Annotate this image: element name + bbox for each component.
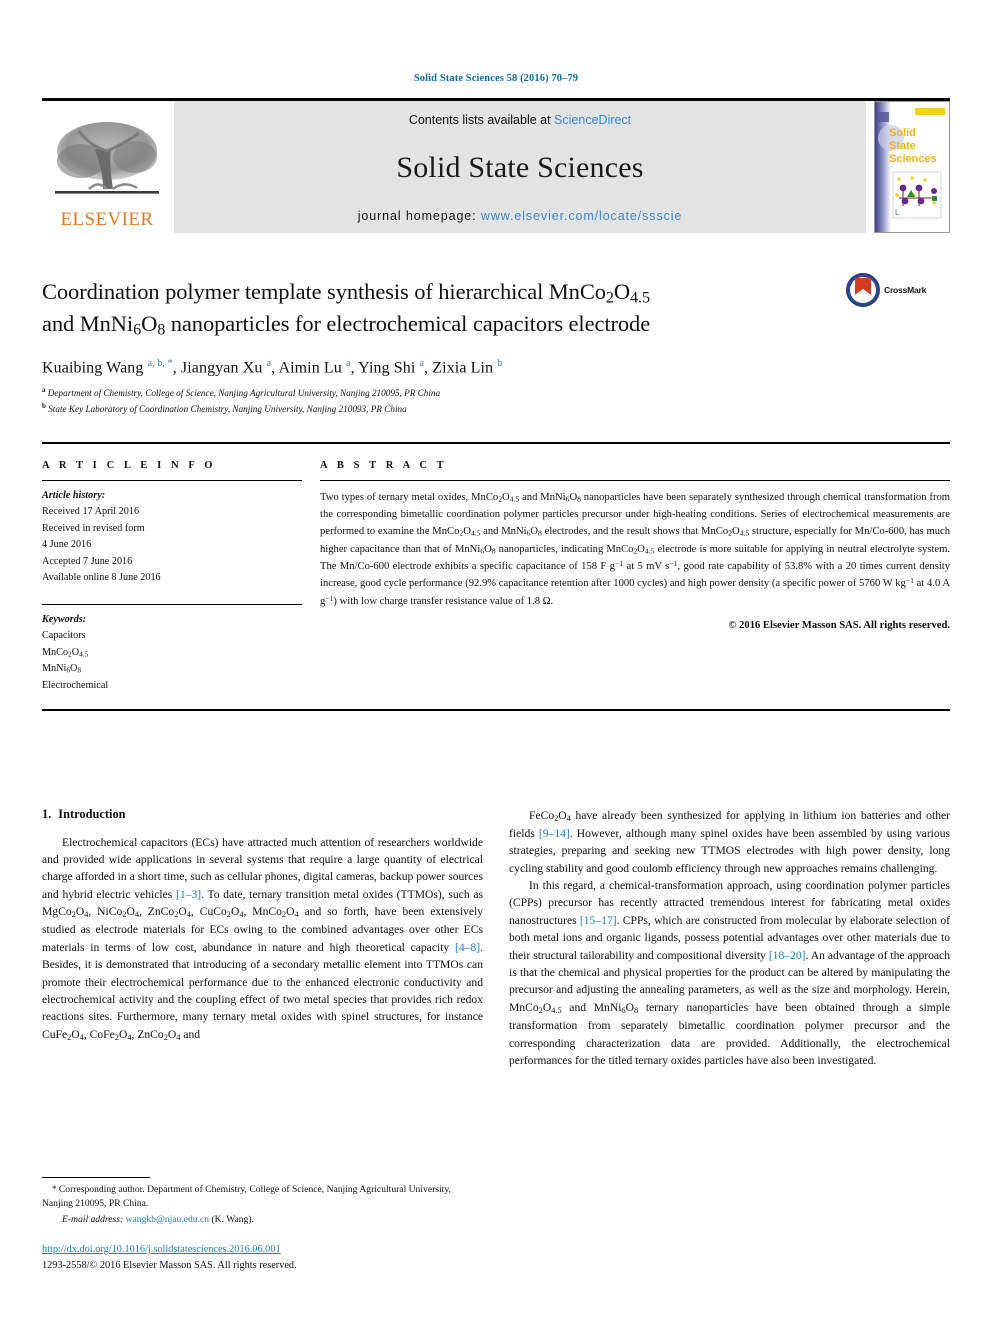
history-item: Accepted 7 June 2016 xyxy=(42,555,133,567)
corresponding-author-note: * Corresponding author. Department of Ch… xyxy=(42,1183,451,1210)
svg-text:State: State xyxy=(889,140,916,152)
article-title-line-2: and MnNi6O8 nanoparticles for electroche… xyxy=(42,310,651,339)
crossmark-icon xyxy=(846,273,880,307)
keywords-block: Keywords: Capacitors MnCo2O4.5 MnNi6O8 E… xyxy=(42,612,302,695)
affiliations: a Department of Chemistry, College of Sc… xyxy=(42,385,950,416)
crossmark-label: CrossMark xyxy=(884,285,927,295)
homepage-prefix: journal homepage: xyxy=(357,209,481,223)
history-item: Available online 8 June 2016 xyxy=(42,572,161,584)
article-info-heading: A R T I C L E I N F O xyxy=(42,459,217,471)
journal-masthead: ELSEVIER Contents lists available at Sci… xyxy=(42,98,950,233)
elsevier-tree-icon xyxy=(55,122,159,194)
affiliation-a-text: Department of Chemistry, College of Scie… xyxy=(47,388,441,399)
svg-text:Solid: Solid xyxy=(889,127,916,139)
sciencedirect-link[interactable]: ScienceDirect xyxy=(554,113,631,127)
affiliation-b: b State Key Laboratory of Coordination C… xyxy=(42,401,407,414)
elsevier-logo: ELSEVIER xyxy=(42,101,172,233)
info-abstract-region: A R T I C L E I N F O Article history: R… xyxy=(42,441,950,695)
abstract-column: A B S T R A C T Two types of ternary met… xyxy=(320,460,950,695)
article-history: Article history: Received 17 April 2016 … xyxy=(42,488,302,587)
page-title: Coordination polymer template synthesis … xyxy=(42,277,832,341)
journal-cover-thumbnail: Solid State Sciences L xyxy=(874,101,950,233)
keywords-rule xyxy=(42,603,302,605)
abstract-text: Two types of ternary metal oxides, MnCo2… xyxy=(320,491,951,608)
keyword-item: Electrochemical xyxy=(42,679,109,691)
keyword-item: Capacitors xyxy=(42,630,86,642)
affiliation-a: a Department of Chemistry, College of Sc… xyxy=(42,386,441,399)
svg-text:L: L xyxy=(895,208,900,217)
keyword-item: MnNi6O8 xyxy=(42,663,82,676)
elsevier-wordmark: ELSEVIER xyxy=(60,209,154,230)
footnote-divider xyxy=(42,1176,150,1178)
history-item: 4 June 2016 xyxy=(42,539,92,551)
journal-homepage-line: journal homepage: www.elsevier.com/locat… xyxy=(358,209,683,223)
body-columns: 1. Introduction Electrochemical capacitor… xyxy=(42,807,950,1070)
section-heading-introduction: 1. Introduction xyxy=(42,807,483,822)
article-history-label: Article history: xyxy=(42,489,106,501)
paragraph: Electrochemical capacitors (ECs) have at… xyxy=(42,835,484,1042)
keywords-label: Keywords: xyxy=(42,613,87,625)
left-column: 1. Introduction Electrochemical capacitor… xyxy=(42,807,483,1070)
section-title-text: Introduction xyxy=(58,806,126,821)
title-block: Coordination polymer template synthesis … xyxy=(42,273,950,416)
journal-homepage-link[interactable]: www.elsevier.com/locate/ssscie xyxy=(481,209,682,223)
email-link[interactable]: wangkb@njau.edu.cn xyxy=(126,1214,209,1225)
crossmark-badge[interactable]: CrossMark xyxy=(846,273,950,307)
running-head: Solid State Sciences 58 (2016) 70–79 xyxy=(413,73,579,84)
history-item: Received in revised form xyxy=(42,522,145,534)
issn-copyright-line: 1293-2558/© 2016 Elsevier Masson SAS. Al… xyxy=(42,1259,297,1271)
history-item: Received 17 April 2016 xyxy=(42,506,140,518)
author-list: Kuaibing Wang a, b, *, Jiangyan Xu a, Ai… xyxy=(42,357,503,377)
article-info-rule xyxy=(42,479,302,481)
cover-art: Solid State Sciences L xyxy=(875,102,949,232)
section-number: 1. xyxy=(42,806,52,821)
contents-prefix: Contents lists available at xyxy=(408,113,555,127)
contents-available-line: Contents lists available at ScienceDirec… xyxy=(409,113,631,127)
journal-title: Solid State Sciences xyxy=(396,151,644,184)
svg-text:Sciences: Sciences xyxy=(889,153,937,165)
contents-box: Contents lists available at ScienceDirec… xyxy=(174,101,866,233)
abstract-heading: A B S T R A C T xyxy=(320,459,448,471)
doi-block: http://dx.doi.org/10.1016/j.solidstatesc… xyxy=(42,1242,472,1273)
journal-article-page: Solid State Sciences 58 (2016) 70–79 ELS… xyxy=(0,0,992,1323)
email-label: E-mail address: xyxy=(62,1213,124,1225)
abstract-rule xyxy=(320,479,950,481)
paragraph: In this regard, a chemical-transformatio… xyxy=(509,879,950,1067)
email-note: E-mail address: wangkb@njau.edu.cn (K. W… xyxy=(42,1213,472,1227)
footnote-region: * Corresponding author. Department of Ch… xyxy=(42,1176,472,1273)
article-title-line-1: Coordination polymer template synthesis … xyxy=(42,279,650,307)
article-info-column: A R T I C L E I N F O Article history: R… xyxy=(42,460,320,695)
affiliation-b-text: State Key Laboratory of Coordination Che… xyxy=(48,403,407,414)
abstract-bottom-rule xyxy=(42,708,950,711)
right-column: FeCo2O4 have already been synthesized fo… xyxy=(509,807,950,1070)
abstract-copyright: © 2016 Elsevier Masson SAS. All rights r… xyxy=(728,620,950,632)
email-owner: (K. Wang). xyxy=(211,1213,254,1225)
doi-link[interactable]: http://dx.doi.org/10.1016/j.solidstatesc… xyxy=(42,1242,472,1257)
keyword-item: MnCo2O4.5 xyxy=(42,646,89,659)
paragraph: FeCo2O4 have already been synthesized fo… xyxy=(509,808,951,875)
